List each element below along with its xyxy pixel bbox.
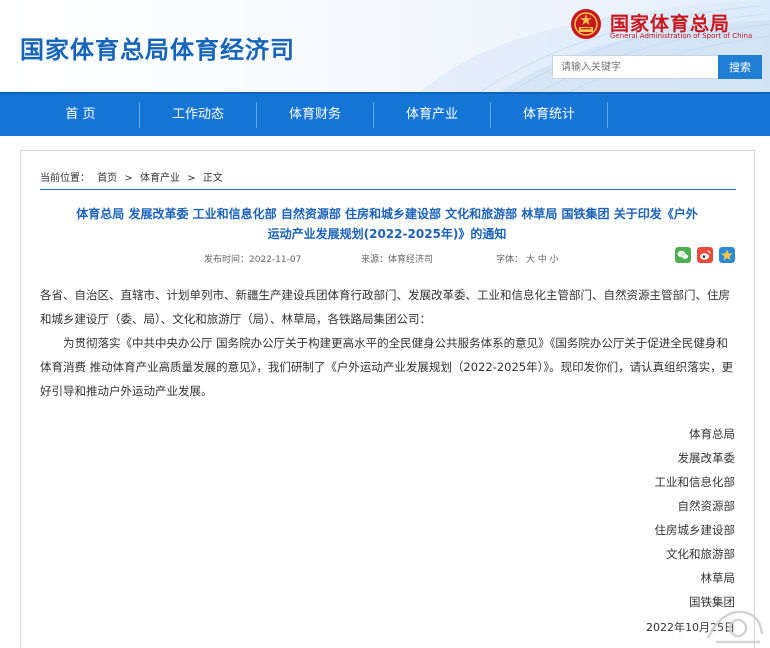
article-title: 体育总局 发展改革委 工业和信息化部 自然资源部 住房和城乡建设部 文化和旅游部… [37,204,737,244]
nav-item-work-news[interactable]: 工作动态 [140,94,256,136]
signature-line: 自然资源部 [677,499,736,513]
watermark-icon [706,610,764,644]
font-size-label: 字体： [496,255,524,265]
breadcrumb-item-industry[interactable]: 体育产业 [140,173,180,184]
signature-line: 住房城乡建设部 [654,523,736,537]
search-button[interactable]: 搜索 [718,55,762,79]
logo-english-text: General Administration of Sport of China [610,32,753,40]
main-nav: 首 页 工作动态 体育财务 体育产业 体育统计 [0,92,770,136]
article-title-line: 运动产业发展规划(2022-2025年)》的通知 [267,227,507,241]
article-title-line: 体育总局 发展改革委 工业和信息化部 自然资源部 住房和城乡建设部 文化和旅游部… [76,207,698,221]
font-size-medium[interactable]: 中 [538,255,547,265]
signature-line: 工业和信息化部 [654,475,736,489]
signature-line: 林草局 [700,571,736,585]
breadcrumb-separator: > [187,173,196,184]
breadcrumb-item-home[interactable]: 首页 [97,173,117,184]
breadcrumb-separator: > [124,173,133,184]
signature-line: 发展改革委 [677,451,736,465]
font-size-control: 字体： 大 中 小 [496,252,559,265]
breadcrumb: 当前位置： 首页 > 体育产业 > 正文 [40,169,227,184]
national-emblem-icon [571,9,601,39]
signature-line: 文化和旅游部 [666,547,735,561]
breadcrumb-prefix: 当前位置： [40,173,90,184]
article-paragraph: 为贯彻落实《中共中央办公厅 国务院办公厅关于构建更高水平的全民健身公共服务体系的… [40,336,734,398]
article-body: 各省、自治区、直辖市、计划单列市、新疆生产建设兵团体育行政部门、发展改革委、工业… [40,283,737,403]
weibo-icon[interactable] [697,247,713,263]
font-size-large[interactable]: 大 [526,255,535,265]
nav-item-sports-industry[interactable]: 体育产业 [374,94,490,136]
qzone-icon[interactable] [719,247,735,263]
site-title[interactable]: 国家体育总局体育经济司 [20,30,295,65]
search-input[interactable] [552,55,719,79]
nav-item-sports-statistics[interactable]: 体育统计 [491,94,607,136]
nav-item-home[interactable]: 首 页 [22,94,139,136]
article-paragraph: 各省、自治区、直辖市、计划单列市、新疆生产建设兵团体育行政部门、发展改革委、工业… [40,288,730,326]
title-divider [40,189,736,190]
nav-item-sports-finance[interactable]: 体育财务 [257,94,373,136]
site-header: 国家体育总局体育经济司 国家体育总局 General Administratio… [0,0,770,92]
publish-time: 发布时间：2022-11-07 [204,255,302,265]
font-size-small[interactable]: 小 [550,255,559,265]
breadcrumb-item-current: 正文 [202,173,223,184]
article-container: 当前位置： 首页 > 体育产业 > 正文 体育总局 发展改革委 工业和信息化部 … [20,150,755,648]
signature-line: 体育总局 [689,427,735,441]
nav-divider [607,102,608,128]
article-source: 来源：体育经济司 [361,255,434,265]
wechat-icon[interactable] [675,247,691,263]
site-logo[interactable]: 国家体育总局 General Administration of Sport o… [570,8,770,44]
search-box: 搜索 [552,55,762,79]
